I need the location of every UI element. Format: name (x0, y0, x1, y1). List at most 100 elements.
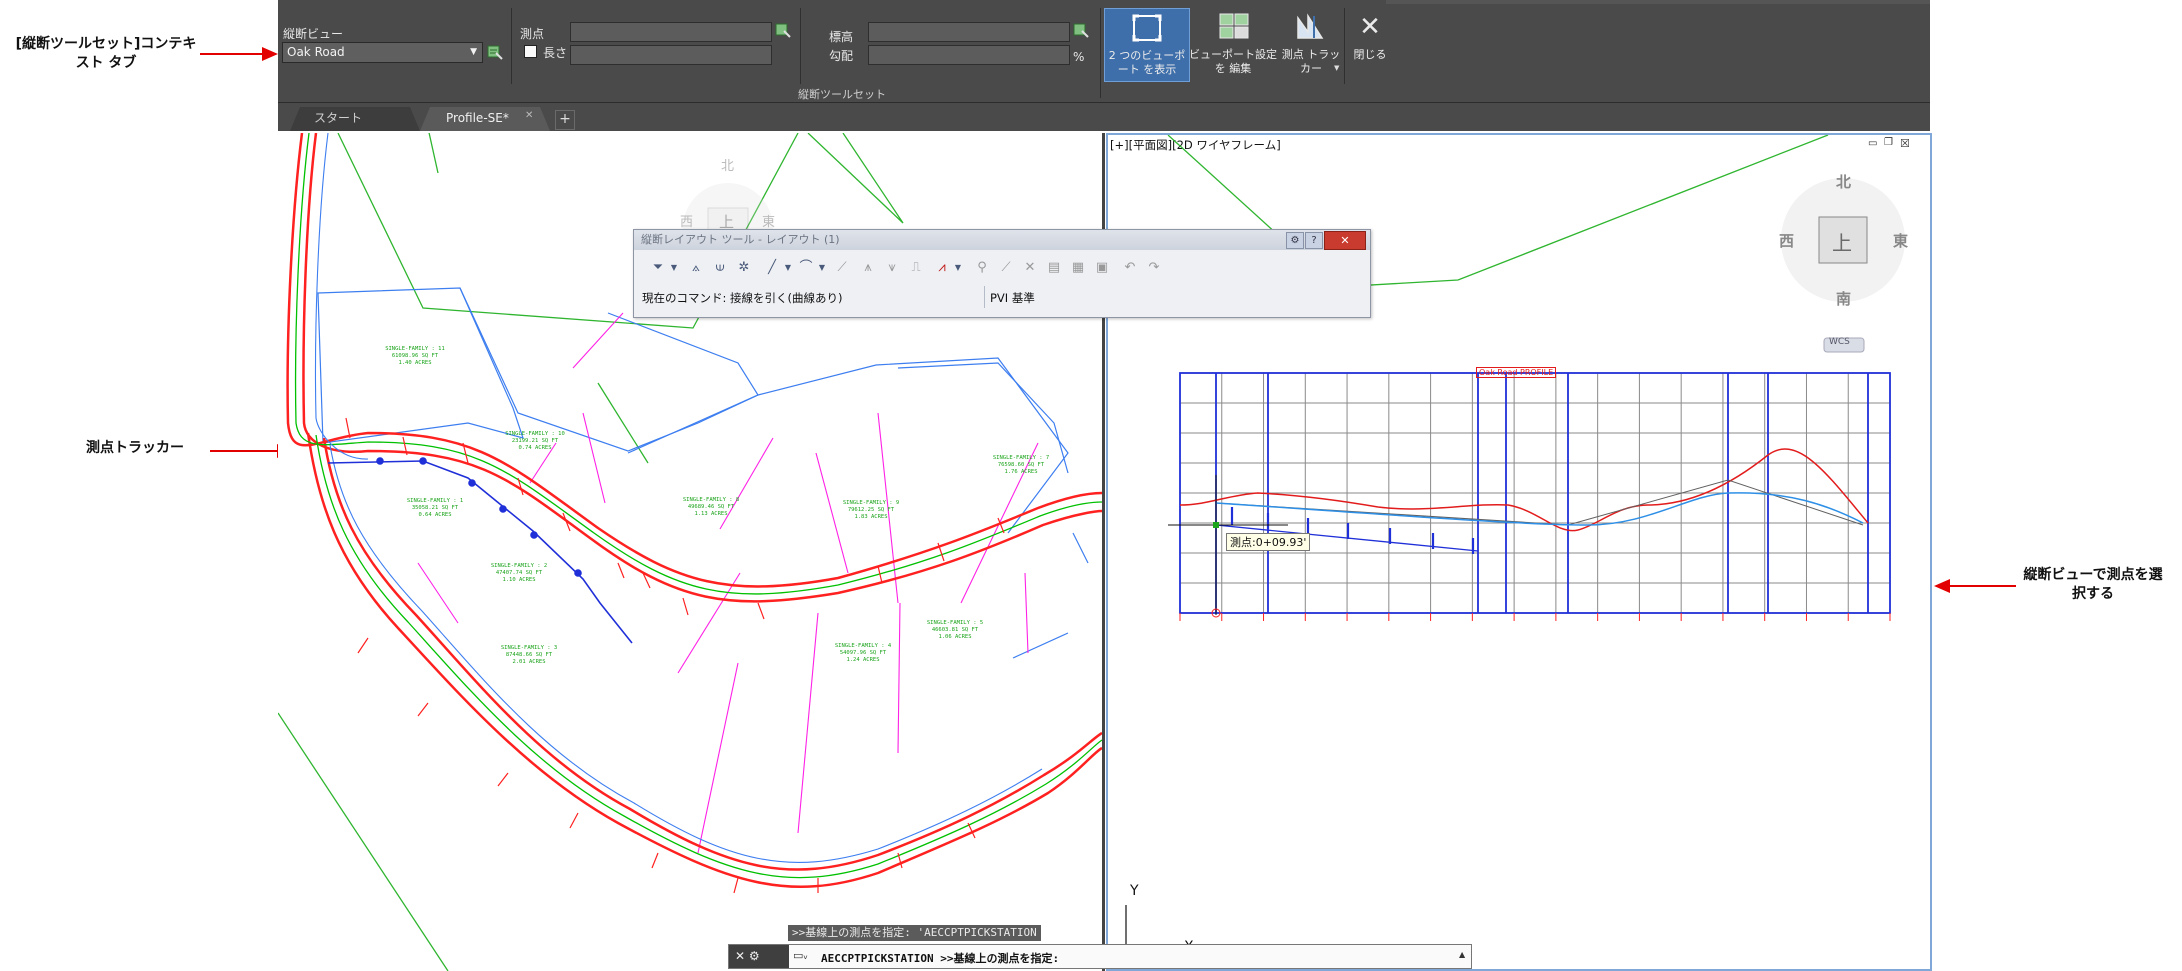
length-checkbox[interactable] (524, 45, 537, 58)
ribbon-panel-title: 縦断ツールセット (798, 88, 886, 101)
compass-north-label[interactable]: 北 (1836, 171, 1851, 192)
status-divider (984, 286, 985, 308)
lot-label: SINGLE-FAMILY : 3 87448.66 SQ FT 2.01 ACRE… (484, 645, 574, 666)
station-tracker-tooltip: 測点:0+09.93' (1226, 533, 1311, 551)
profile-layout-tools-panel[interactable]: 縦断レイアウト ツール - レイアウト (1) ⚙ ? ✕ ⏷ ▼ ⟑ ⟒ ✲ … (633, 229, 1371, 318)
compass-right (1781, 178, 1905, 353)
show-two-viewports-button[interactable]: 2 つのビューポート を表示 (1104, 8, 1190, 82)
entity-view-icon[interactable]: ▣ (1092, 258, 1112, 278)
tab-profile-se[interactable]: Profile-SE* (432, 107, 532, 129)
lot-label-line: 2.01 ACRES (512, 659, 546, 665)
pick-station-icon[interactable] (775, 22, 791, 38)
annotation-station-tracker: 測点トラッカー (86, 440, 184, 456)
undo-icon[interactable]: ↶ (1120, 258, 1140, 278)
panel-settings-icon[interactable]: ⚙ (1286, 232, 1304, 249)
redo-icon[interactable]: ↷ (1144, 258, 1164, 278)
lot-label-line: SINGLE-FAMILY : 2 (490, 563, 548, 569)
compass-west-label[interactable]: 西 (1779, 230, 1794, 251)
elevation-field[interactable] (868, 22, 1070, 42)
lot-label-line: SINGLE-FAMILY : 5 (926, 620, 984, 626)
command-history-arrow-icon[interactable]: ▲ (1459, 950, 1465, 959)
lot-label-line: 49689.46 SQ FT (687, 504, 735, 510)
panel-close-icon[interactable]: ✕ (1324, 231, 1366, 250)
profile-title: Oak Road PROFILE (1476, 367, 1557, 378)
lot-label: SINGLE-FAMILY : 11 61098.96 SQ FT 1.40 ACR… (370, 346, 460, 367)
pick-from-drawing-icon[interactable] (487, 44, 503, 60)
chevron-down-icon[interactable]: ▼ (664, 258, 684, 278)
close-toolset-button[interactable]: ✕ 閉じる (1348, 8, 1392, 80)
grid-view-icon[interactable]: ▤ (1044, 258, 1064, 278)
lot-label-line: SINGLE-FAMILY : 7 (992, 455, 1050, 461)
elevation-label: 標高 (829, 30, 854, 44)
station-label: 測点 (520, 27, 545, 41)
annotation-arrow (210, 450, 280, 452)
profile-view-dropdown[interactable]: Oak Road ▼ (282, 42, 483, 63)
ribbon-top-strip (1386, 0, 1930, 4)
command-line-bar[interactable]: ✕ ⚙ ▭ᵥ AECCPTPICKSTATION >>基線上の測点を指定: ▲ (728, 944, 1472, 969)
break-icon[interactable]: ⟋ (996, 258, 1016, 278)
compass-east-label[interactable]: 東 (1893, 230, 1908, 251)
lot-label-line: 1.83 ACRES (854, 514, 888, 520)
chevron-down-icon[interactable]: ▼ (778, 258, 798, 278)
lot-label-line: 1.76 ACRES (1004, 469, 1038, 475)
lot-label: SINGLE-FAMILY : 2 47407.74 SQ FT 1.10 ACRE… (474, 563, 564, 584)
command-prompt[interactable]: AECCPTPICKSTATION >>基線上の測点を指定: (821, 950, 1059, 966)
lot-label-line: SINGLE-FAMILY : 8 (682, 497, 740, 503)
length-field[interactable] (570, 45, 772, 65)
lot-label-line: 35058.21 SQ FT (411, 505, 459, 511)
station-tracker-button[interactable]: 測点 トラッカー ▼ (1280, 8, 1342, 80)
append-profile-icon[interactable]: ⎍ (906, 258, 926, 278)
lot-label-line: SINGLE-FAMILY : 3 (500, 645, 558, 651)
copy-profile-icon[interactable]: ⩛ (882, 258, 902, 278)
panel-help-icon[interactable]: ? (1305, 232, 1323, 249)
lot-label: SINGLE-FAMILY : 9 79612.25 SQ FT 1.83 ACRE… (826, 500, 916, 521)
chevron-down-icon: ▼ (470, 47, 477, 57)
compass-south-label[interactable]: 南 (1836, 288, 1851, 309)
station-tracker-icon (1297, 13, 1324, 39)
chevron-down-icon[interactable]: ▼ (812, 258, 832, 278)
compass-west-label: 西 (680, 215, 694, 230)
close-toolset-label: 閉じる (1353, 48, 1387, 61)
close-tab-icon[interactable]: ✕ (525, 110, 533, 121)
ribbon-separator (1344, 8, 1345, 84)
show-two-viewports-label: 2 つのビューポート を表示 (1108, 49, 1186, 76)
command-line-grip[interactable]: ✕ ⚙ (729, 945, 789, 968)
insert-pvi-icon[interactable]: ⟑ (686, 258, 706, 278)
new-tab-button[interactable]: + (555, 110, 575, 130)
ribbon-separator (1100, 8, 1101, 98)
lot-label: SINGLE-FAMILY : 8 49689.46 SQ FT 1.13 ACRE… (666, 497, 756, 518)
lot-label: SINGLE-FAMILY : 7 76598.60 SQ FT 1.76 ACRE… (976, 455, 1066, 476)
lot-label-line: 23199.21 SQ FT (511, 438, 559, 444)
tab-start[interactable]: スタート (300, 107, 410, 129)
close-icon: ✕ (1359, 12, 1381, 42)
delete-entity-icon[interactable]: ⚲ (972, 258, 992, 278)
wcs-menu[interactable]: WCS (1829, 337, 1850, 347)
lot-label-line: SINGLE-FAMILY : 11 (385, 346, 445, 352)
grade-field[interactable] (868, 45, 1070, 65)
raise-lower-icon[interactable]: ⩚ (858, 258, 878, 278)
layout-toolbar: ⏷ ▼ ⟑ ⟒ ✲ ╱ ▼ ⌒ ▼ ⟋ ⩚ ⩛ ⎍ ⩘ ▼ ⚲ ⟋ ✕ ▤ ▦ … (642, 254, 1362, 282)
edit-grid-icon[interactable]: ▦ (1068, 258, 1088, 278)
pick-elevation-icon[interactable] (1073, 22, 1089, 38)
lot-label-line: 1.13 ACRES (694, 511, 728, 517)
current-command: 現在のコマンド: 接線を引く(曲線あり) (642, 291, 843, 305)
compass-top-label[interactable]: 上 (1832, 227, 1852, 256)
lot-label-line: SINGLE-FAMILY : 9 (842, 500, 900, 506)
lot-label-line: 87448.66 SQ FT (505, 652, 553, 658)
station-field[interactable] (570, 22, 772, 42)
chevron-down-icon[interactable]: ▼ (948, 258, 968, 278)
command-history: >>基線上の測点を指定: 'AECCPTPICKSTATION (788, 925, 1041, 941)
grade-label: 勾配 (829, 49, 854, 63)
erase-icon[interactable]: ✕ (1020, 258, 1040, 278)
profile-view-value: Oak Road (287, 45, 345, 59)
delete-pvi-icon[interactable]: ⟒ (710, 258, 730, 278)
best-fit-icon[interactable]: ⟋ (832, 258, 852, 278)
lot-label-line: SINGLE-FAMILY : 4 (834, 643, 892, 649)
edit-viewport-settings-button[interactable]: ビューポート設定を 編集 (1188, 8, 1278, 80)
lot-label: SINGLE-FAMILY : 5 46603.81 SQ FT 1.06 ACRE… (910, 620, 1000, 641)
lot-label-line: 47407.74 SQ FT (495, 570, 543, 576)
two-viewports-icon (1132, 14, 1162, 42)
move-pvi-icon[interactable]: ✲ (734, 258, 754, 278)
panel-title[interactable]: 縦断レイアウト ツール - レイアウト (1) (634, 230, 1370, 250)
profile-grid (1168, 372, 1891, 621)
